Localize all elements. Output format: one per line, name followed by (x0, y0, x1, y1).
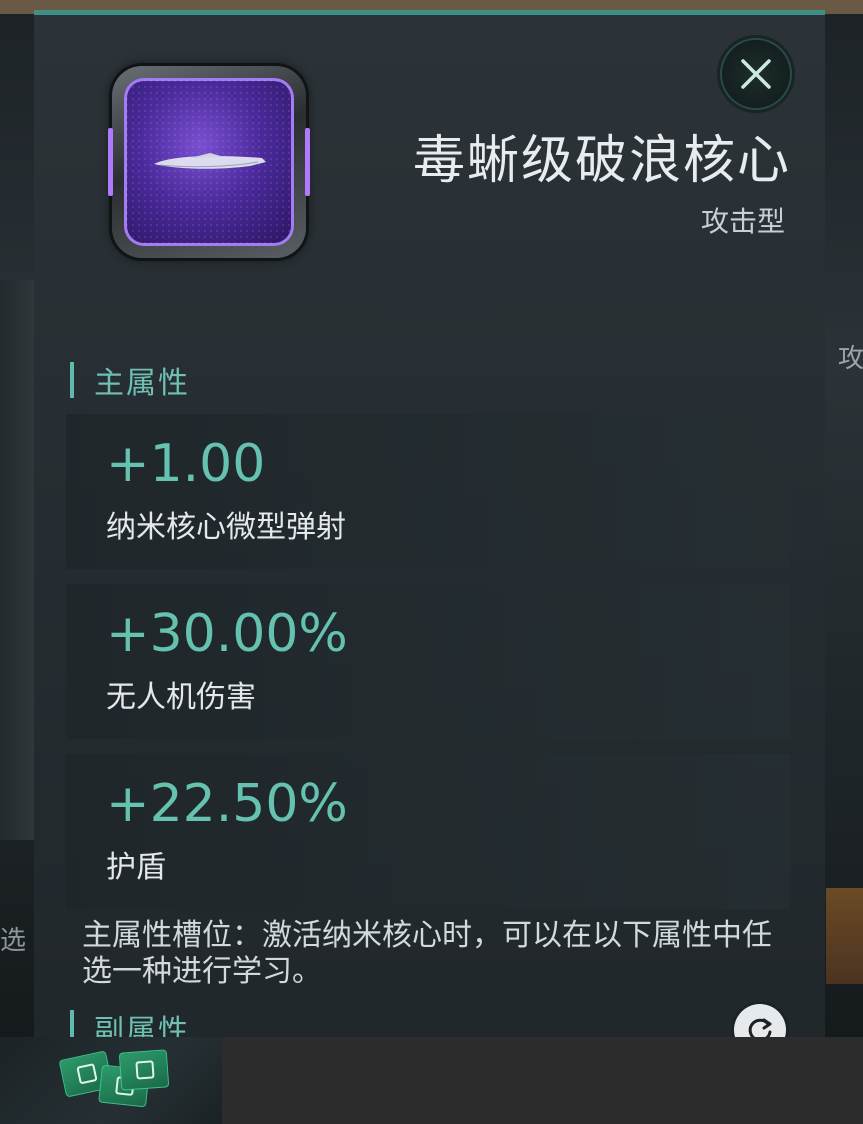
close-button[interactable] (722, 40, 790, 108)
frame-accent-right (305, 128, 310, 196)
main-attributes-header: 主属性 (70, 360, 190, 401)
frame-accent-left (108, 128, 113, 196)
background-right-text: 攻 (838, 344, 863, 374)
background-right-button (826, 888, 863, 984)
item-icon (124, 78, 294, 246)
refresh-icon (748, 1018, 772, 1037)
main-slot-description: 主属性槽位：激活纳米核心时，可以在以下属性中任选一种进行学习。 (82, 918, 772, 989)
stat-name: 纳米核心微型弹射 (106, 510, 346, 545)
refresh-button[interactable] (734, 1004, 786, 1037)
item-title: 毒蜥级破浪核心 (412, 131, 791, 191)
background-left-text: 选 (0, 926, 27, 956)
section-accent-bar (70, 1010, 74, 1037)
item-icon-frame (108, 66, 310, 258)
stat-value: +1.00 (106, 434, 266, 494)
section-accent-bar (70, 362, 74, 398)
item-type: 攻击型 (700, 205, 785, 238)
stat-card: +22.50% 护盾 (66, 754, 790, 909)
stat-name: 无人机伤害 (106, 680, 256, 715)
close-icon (741, 59, 771, 89)
sub-attributes-label: 副属性 (94, 1014, 190, 1037)
background-left-panel (0, 280, 36, 840)
ship-icon (154, 153, 266, 169)
item-detail-panel: 毒蜥级破浪核心 攻击型 主属性 +1.00 纳米核心微型弹射 +30.00% 无… (34, 10, 825, 1037)
sub-attributes-header: 副属性 (70, 1008, 190, 1037)
stat-value: +30.00% (106, 604, 348, 664)
stat-name: 护盾 (106, 850, 166, 885)
card-icon (118, 1049, 170, 1091)
stat-value: +22.50% (106, 774, 348, 834)
stat-card: +1.00 纳米核心微型弹射 (66, 414, 790, 569)
panel-accent-line (34, 10, 825, 15)
stat-card: +30.00% 无人机伤害 (66, 584, 790, 739)
bottom-thumbnail (0, 1037, 222, 1124)
main-attributes-label: 主属性 (94, 366, 190, 401)
